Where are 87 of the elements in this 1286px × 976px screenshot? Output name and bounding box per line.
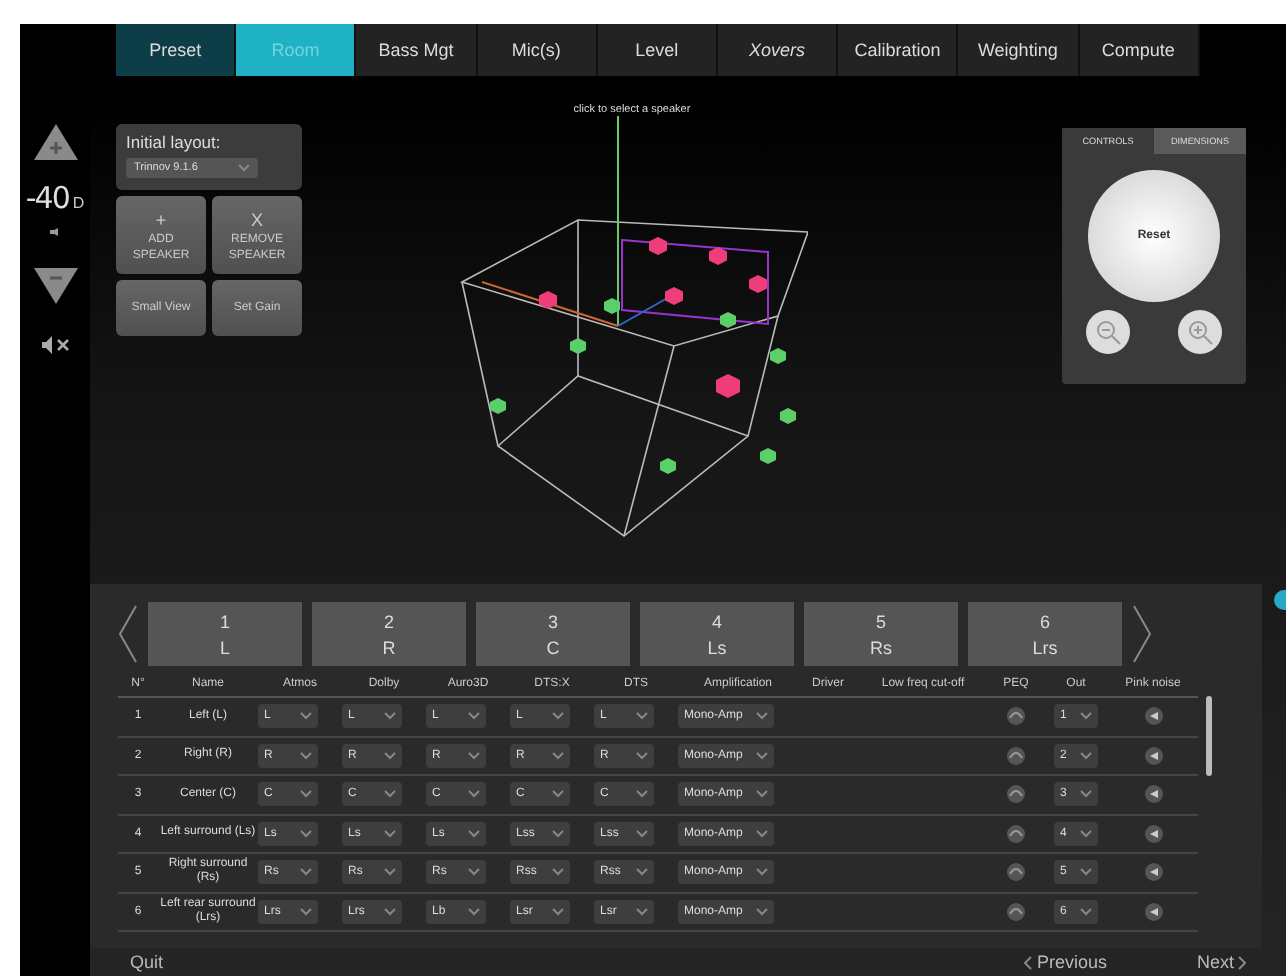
caret-icon <box>384 907 396 916</box>
speaker-icon[interactable] <box>1143 862 1163 883</box>
step-tab[interactable]: Compute <box>1079 24 1200 76</box>
step-tab[interactable]: Bass Mgt <box>356 24 478 76</box>
caret-icon <box>300 907 312 916</box>
chevron-right-icon[interactable] <box>1132 604 1152 664</box>
speaker-card[interactable]: 5 Rs <box>804 602 958 666</box>
caret-icon <box>756 712 768 721</box>
caret-icon <box>468 868 480 877</box>
volume-down-icon[interactable] <box>33 268 77 304</box>
speaker-card[interactable]: 6 Lrs <box>968 602 1122 666</box>
zoom-out-icon[interactable] <box>1086 310 1130 354</box>
speaker-card[interactable]: 2 R <box>312 602 466 666</box>
peq-icon[interactable] <box>1006 823 1026 844</box>
caret-icon <box>300 712 312 721</box>
speaker-icon[interactable] <box>1143 784 1163 805</box>
next-link[interactable]: Next <box>1196 952 1246 972</box>
caret-icon <box>384 712 396 721</box>
caret-icon <box>636 829 648 838</box>
speaker-small-icon <box>49 228 61 236</box>
caret-icon <box>552 790 564 799</box>
previous-link[interactable]: Previous <box>1024 952 1107 972</box>
side-handle-icon[interactable] <box>1274 590 1286 610</box>
caret-icon <box>1080 907 1092 916</box>
caret-icon <box>468 712 480 721</box>
volume-up-icon[interactable] <box>33 124 77 160</box>
caret-icon <box>384 829 396 838</box>
caret-icon <box>636 751 648 760</box>
caret-icon <box>384 790 396 799</box>
peq-icon[interactable] <box>1006 862 1026 883</box>
speaker-icon[interactable] <box>1143 706 1163 727</box>
step-tab[interactable]: Calibration <box>838 24 959 76</box>
mute-icon[interactable] <box>41 336 69 354</box>
volume-unit: D <box>72 194 85 212</box>
caret-icon <box>756 751 768 760</box>
caret-icon <box>636 907 648 916</box>
speaker-card[interactable]: 3 C <box>476 602 630 666</box>
caret-icon <box>300 790 312 799</box>
peq-icon[interactable] <box>1006 745 1026 766</box>
caret-icon <box>636 790 648 799</box>
caret-icon <box>384 751 396 760</box>
quit-link[interactable]: Quit <box>130 952 164 972</box>
caret-icon <box>552 712 564 721</box>
caret-icon <box>238 164 250 172</box>
caret-icon <box>756 829 768 838</box>
caret-icon <box>300 829 312 838</box>
room-3d-drawing[interactable] <box>457 116 807 540</box>
caret-icon <box>756 868 768 877</box>
caret-icon <box>552 751 564 760</box>
caret-icon <box>384 868 396 877</box>
caret-icon <box>636 868 648 877</box>
caret-icon <box>300 868 312 877</box>
step-tab[interactable]: Mic(s) <box>477 24 598 76</box>
caret-icon <box>468 790 480 799</box>
speaker-icon[interactable] <box>1143 823 1163 844</box>
caret-icon <box>468 751 480 760</box>
chevron-left-icon[interactable] <box>118 604 138 664</box>
volume-reading: -40 <box>25 180 69 216</box>
peq-icon[interactable] <box>1006 901 1026 922</box>
caret-icon <box>552 868 564 877</box>
caret-icon <box>1080 712 1092 721</box>
caret-icon <box>756 907 768 916</box>
caret-icon <box>468 907 480 916</box>
step-tab[interactable]: Level <box>597 24 718 76</box>
step-tab[interactable]: Weighting <box>958 24 1079 76</box>
caret-icon <box>552 907 564 916</box>
caret-icon <box>1080 751 1092 760</box>
caret-icon <box>468 829 480 838</box>
chevron-left-icon <box>1024 955 1033 969</box>
layout-label: Initial layout: <box>126 132 223 152</box>
caret-icon <box>756 790 768 799</box>
peq-icon[interactable] <box>1006 784 1026 805</box>
scrollbar[interactable] <box>1206 696 1212 776</box>
speaker-icon[interactable] <box>1143 745 1163 766</box>
caret-icon <box>1080 790 1092 799</box>
peq-icon[interactable] <box>1006 706 1026 727</box>
zoom-in-icon[interactable] <box>1178 310 1222 354</box>
step-tab[interactable]: Preset <box>116 24 237 76</box>
caret-icon <box>300 751 312 760</box>
speaker-card[interactable]: 4 Ls <box>640 602 794 666</box>
caret-icon <box>552 829 564 838</box>
speaker-icon[interactable] <box>1143 901 1163 922</box>
chevron-right-icon <box>1238 955 1246 969</box>
caret-icon <box>1080 868 1092 877</box>
speaker-card[interactable]: 1 L <box>148 602 302 666</box>
caret-icon <box>636 712 648 721</box>
caret-icon <box>1080 829 1092 838</box>
